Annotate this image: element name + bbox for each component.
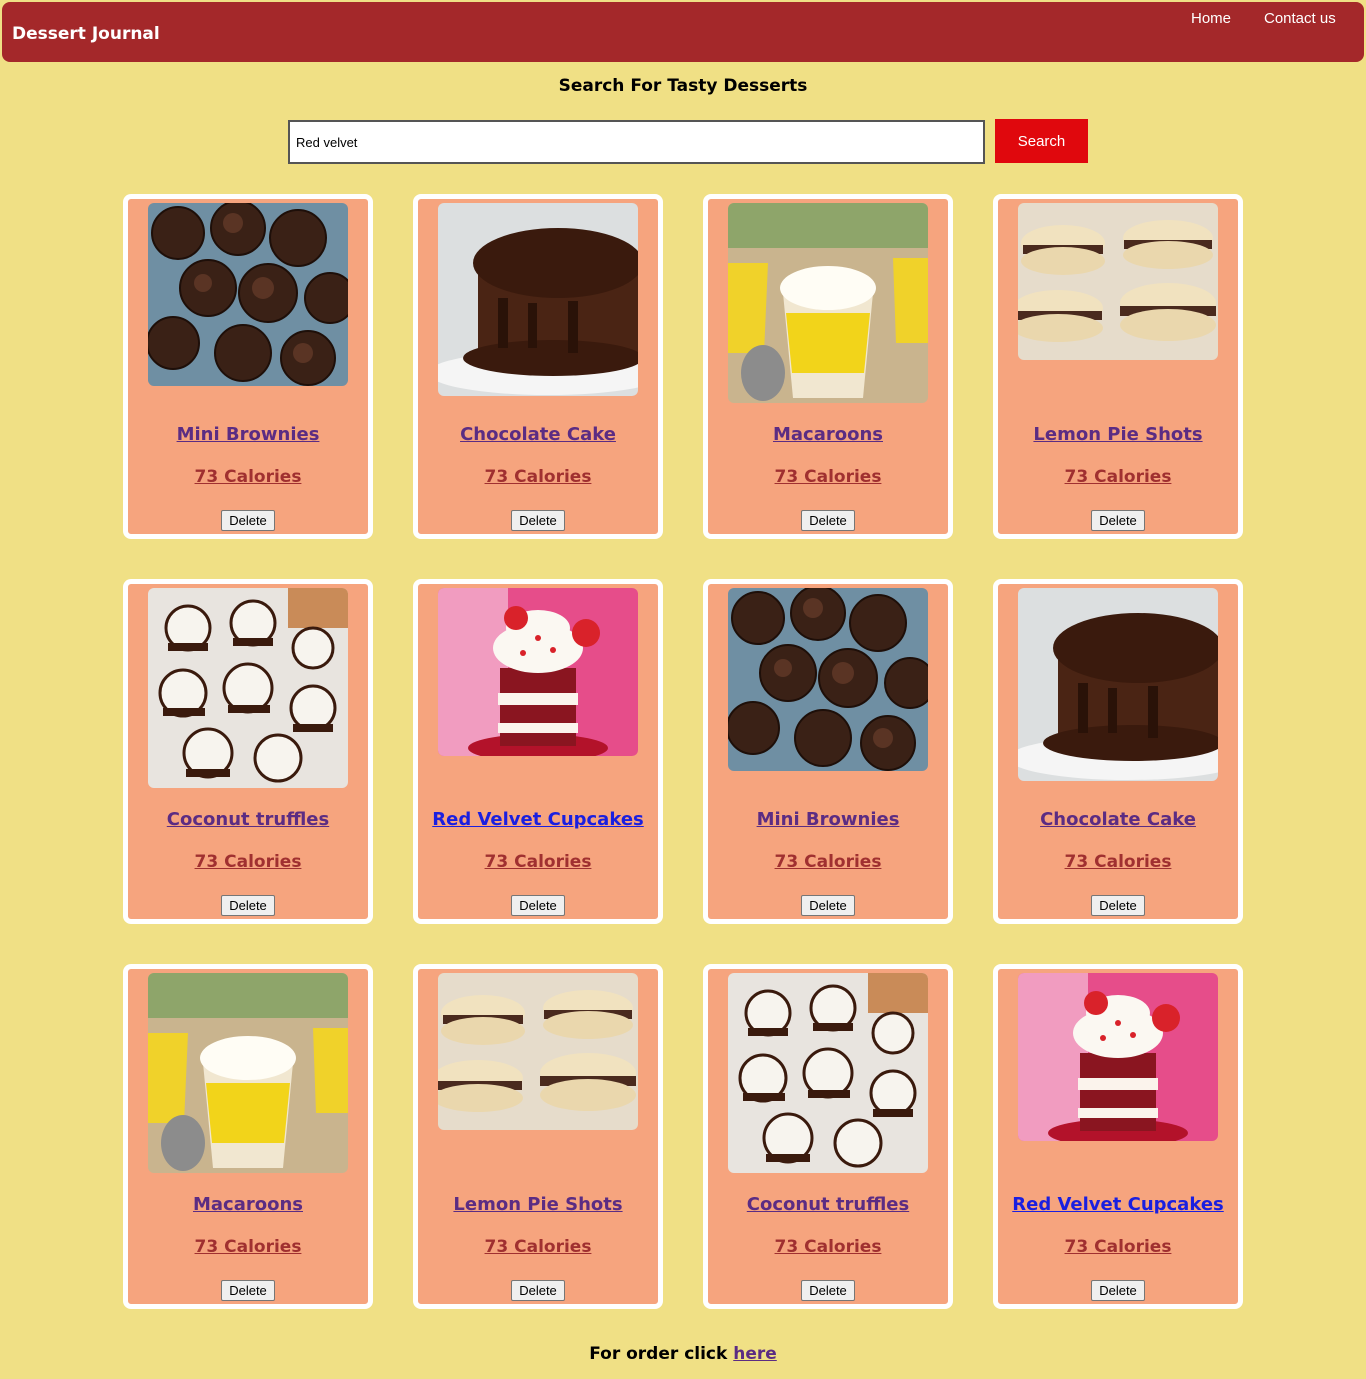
calories-link[interactable]: 73 Calories xyxy=(418,467,658,487)
footer-text: For order click xyxy=(589,1344,728,1364)
delete-button[interactable]: Delete xyxy=(511,895,565,916)
delete-button[interactable]: Delete xyxy=(801,1280,855,1301)
macarons-picture xyxy=(438,973,638,1130)
calories-link[interactable]: 73 Calories xyxy=(998,1237,1238,1257)
dessert-title-link[interactable]: Red Velvet Cupcakes xyxy=(418,809,658,830)
delete-button[interactable]: Delete xyxy=(221,895,275,916)
delete-button[interactable]: Delete xyxy=(1091,510,1145,531)
nav-link-contact-us[interactable]: Contact us xyxy=(1264,10,1336,27)
dessert-title-link[interactable]: Macaroons xyxy=(128,1194,368,1215)
search-heading: Search For Tasty Desserts xyxy=(558,76,808,96)
dessert-image xyxy=(728,588,928,771)
brownies-picture xyxy=(148,203,348,386)
dessert-title-link[interactable]: Lemon Pie Shots xyxy=(418,1194,658,1215)
dessert-card: Coconut truffles 73 Calories Delete xyxy=(703,964,953,1309)
dessert-title-link[interactable]: Coconut truffles xyxy=(708,1194,948,1215)
brownies-picture xyxy=(728,588,928,771)
coconut-truffles-picture xyxy=(148,588,348,788)
order-here-link[interactable]: here xyxy=(733,1344,777,1364)
chocolate-cake-picture xyxy=(1018,588,1218,781)
chocolate-cake-picture xyxy=(438,203,638,396)
delete-button[interactable]: Delete xyxy=(511,1280,565,1301)
macarons-picture xyxy=(1018,203,1218,360)
calories-link[interactable]: 73 Calories xyxy=(708,852,948,872)
dessert-image xyxy=(148,588,348,788)
dessert-card: Chocolate Cake 73 Calories Delete xyxy=(993,579,1243,924)
dessert-grid: Mini Brownies 73 Calories Delete Chocolate… xyxy=(123,194,1243,1309)
calories-link[interactable]: 73 Calories xyxy=(708,467,948,487)
dessert-title-link[interactable]: Lemon Pie Shots xyxy=(998,424,1238,445)
calories-link[interactable]: 73 Calories xyxy=(418,852,658,872)
calories-link[interactable]: 73 Calories xyxy=(708,1237,948,1257)
dessert-title-link[interactable]: Mini Brownies xyxy=(128,424,368,445)
dessert-image xyxy=(728,973,928,1173)
dessert-image xyxy=(1018,203,1218,360)
delete-button[interactable]: Delete xyxy=(1091,1280,1145,1301)
dessert-title-link[interactable]: Chocolate Cake xyxy=(418,424,658,445)
dessert-card: Lemon Pie Shots 73 Calories Delete xyxy=(993,194,1243,539)
delete-button[interactable]: Delete xyxy=(801,895,855,916)
lemon-cups-picture xyxy=(148,973,348,1173)
delete-button[interactable]: Delete xyxy=(801,510,855,531)
search-button[interactable]: Search xyxy=(995,119,1088,163)
dessert-title-link[interactable]: Macaroons xyxy=(708,424,948,445)
dessert-card: Red Velvet Cupcakes 73 Calories Delete xyxy=(413,579,663,924)
dessert-image xyxy=(1018,588,1218,781)
delete-button[interactable]: Delete xyxy=(221,510,275,531)
search-input[interactable] xyxy=(288,120,985,164)
red-velvet-picture xyxy=(438,588,638,756)
dessert-card: Macaroons 73 Calories Delete xyxy=(123,964,373,1309)
dessert-card: Macaroons 73 Calories Delete xyxy=(703,194,953,539)
red-velvet-picture xyxy=(1018,973,1218,1141)
dessert-title-link[interactable]: Mini Brownies xyxy=(708,809,948,830)
dessert-title-link[interactable]: Coconut truffles xyxy=(128,809,368,830)
footer: For order click here xyxy=(0,1344,1366,1364)
dessert-card: Chocolate Cake 73 Calories Delete xyxy=(413,194,663,539)
dessert-image xyxy=(728,203,928,403)
calories-link[interactable]: 73 Calories xyxy=(998,467,1238,487)
dessert-card: Coconut truffles 73 Calories Delete xyxy=(123,579,373,924)
delete-button[interactable]: Delete xyxy=(1091,895,1145,916)
dessert-image xyxy=(1018,973,1218,1141)
dessert-card: Mini Brownies 73 Calories Delete xyxy=(123,194,373,539)
lemon-cups-picture xyxy=(728,203,928,403)
dessert-image xyxy=(148,203,348,386)
brand-title: Dessert Journal xyxy=(12,24,160,44)
dessert-card: Lemon Pie Shots 73 Calories Delete xyxy=(413,964,663,1309)
nav-link-home[interactable]: Home xyxy=(1191,10,1231,27)
delete-button[interactable]: Delete xyxy=(511,510,565,531)
dessert-image xyxy=(438,203,638,396)
dessert-card: Mini Brownies 73 Calories Delete xyxy=(703,579,953,924)
dessert-image xyxy=(438,973,638,1130)
dessert-title-link[interactable]: Chocolate Cake xyxy=(998,809,1238,830)
calories-link[interactable]: 73 Calories xyxy=(128,467,368,487)
dessert-image xyxy=(148,973,348,1173)
coconut-truffles-picture xyxy=(728,973,928,1173)
dessert-card: Red Velvet Cupcakes 73 Calories Delete xyxy=(993,964,1243,1309)
calories-link[interactable]: 73 Calories xyxy=(128,852,368,872)
dessert-title-link[interactable]: Red Velvet Cupcakes xyxy=(998,1194,1238,1215)
calories-link[interactable]: 73 Calories xyxy=(128,1237,368,1257)
calories-link[interactable]: 73 Calories xyxy=(998,852,1238,872)
delete-button[interactable]: Delete xyxy=(221,1280,275,1301)
dessert-image xyxy=(438,588,638,756)
calories-link[interactable]: 73 Calories xyxy=(418,1237,658,1257)
navbar: Dessert Journal Home Contact us xyxy=(2,2,1364,62)
